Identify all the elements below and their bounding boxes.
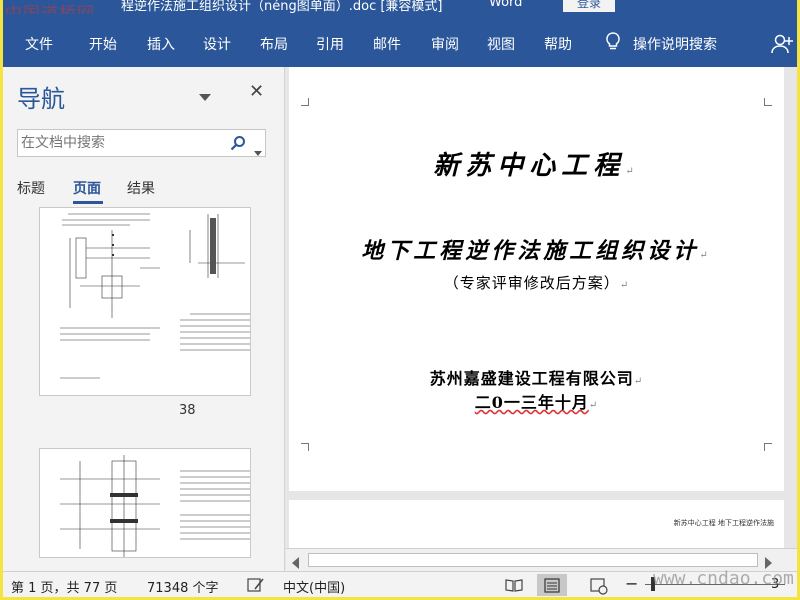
margin-corner-mark [764, 443, 772, 451]
tab-mailings[interactable]: 邮件 [373, 34, 401, 54]
margin-corner-mark [301, 443, 309, 451]
company-name: 苏州嘉盛建设工程有限公司↵ [429, 369, 644, 388]
document-page[interactable]: 新苏中心工程↵ 地下工程逆作法施工组织设计↵ （专家评审修改后方案）↵ 苏州嘉盛… [289, 67, 784, 491]
tab-design[interactable]: 设计 [203, 34, 231, 54]
word-window: 中国道桥网 程逆作法施工组织设计（néng图单面）.doc [兼容模式] Wor… [3, 0, 797, 597]
print-layout-icon[interactable] [537, 574, 567, 596]
search-icon[interactable] [230, 135, 246, 155]
chevron-down-icon[interactable] [254, 141, 262, 160]
watermark-logo: 中国道桥网 [5, 4, 95, 14]
tab-file[interactable]: 文件 [25, 34, 53, 54]
page-counter[interactable]: 第 1 页，共 77 页 [11, 577, 117, 596]
document-subtitle: （专家评审修改后方案）↵ [443, 274, 630, 292]
navigation-pane: 导航 ✕ 标题 页面 结果 [3, 67, 285, 571]
tab-help[interactable]: 帮助 [544, 34, 572, 54]
document-title: 程逆作法施工组织设计（néng图单面）.doc [兼容模式] [121, 0, 443, 14]
ribbon-tabs: 文件 开始 插入 设计 布局 引用 邮件 审阅 视图 帮助 操作说明搜索 [3, 14, 797, 67]
nav-tab-pages[interactable]: 页面 [73, 178, 101, 198]
tab-layout[interactable]: 布局 [260, 34, 288, 54]
document-title-heading: 地下工程逆作法施工组织设计↵ [361, 238, 712, 264]
scrollbar-thumb[interactable] [308, 553, 758, 567]
thumbnail-page-number: 38 [179, 403, 196, 418]
document-date: 二0一三年十月↵ [474, 393, 599, 412]
tab-home[interactable]: 开始 [89, 34, 117, 54]
zoom-out-icon[interactable]: − [625, 574, 638, 593]
language-indicator[interactable]: 中文(中国) [283, 577, 345, 596]
close-icon[interactable]: ✕ [249, 81, 264, 102]
app-name: Word [489, 0, 523, 10]
nav-search-input[interactable] [21, 133, 221, 153]
margin-corner-mark [301, 98, 309, 106]
nav-tab-results[interactable]: 结果 [127, 178, 155, 198]
tell-me-search[interactable]: 操作说明搜索 [633, 34, 717, 54]
margin-corner-mark [764, 98, 772, 106]
title-bar: 中国道桥网 程逆作法施工组织设计（néng图单面）.doc [兼容模式] Wor… [3, 0, 797, 14]
lightbulb-icon[interactable] [605, 32, 621, 56]
tab-view[interactable]: 视图 [487, 34, 515, 54]
site-watermark: www.cndao.com [653, 568, 794, 589]
tab-references[interactable]: 引用 [316, 34, 344, 54]
read-mode-icon[interactable] [499, 574, 529, 596]
page-thumbnail[interactable] [39, 448, 251, 558]
web-layout-icon[interactable] [583, 574, 613, 596]
nav-title: 导航 [17, 85, 65, 113]
project-name: 新苏中心工程↵ [433, 151, 640, 181]
nav-search-box[interactable] [17, 129, 266, 157]
tab-insert[interactable]: 插入 [147, 34, 175, 54]
active-tab-indicator [73, 201, 103, 204]
document-page[interactable]: 新苏中心工程 地下工程逆作法施 [289, 500, 784, 548]
proofing-icon[interactable] [247, 577, 265, 597]
pane-options-icon[interactable] [199, 87, 211, 106]
share-user-icon[interactable] [771, 34, 793, 58]
tab-review[interactable]: 审阅 [431, 34, 459, 54]
page-header: 新苏中心工程 地下工程逆作法施 [673, 519, 774, 527]
page-thumbnail[interactable] [39, 207, 251, 396]
nav-tab-headings[interactable]: 标题 [17, 178, 45, 198]
word-count[interactable]: 71348 个字 [147, 577, 219, 596]
document-area[interactable]: 新苏中心工程↵ 地下工程逆作法施工组织设计↵ （专家评审修改后方案）↵ 苏州嘉盛… [286, 67, 797, 548]
login-button[interactable]: 登录 [563, 0, 615, 12]
